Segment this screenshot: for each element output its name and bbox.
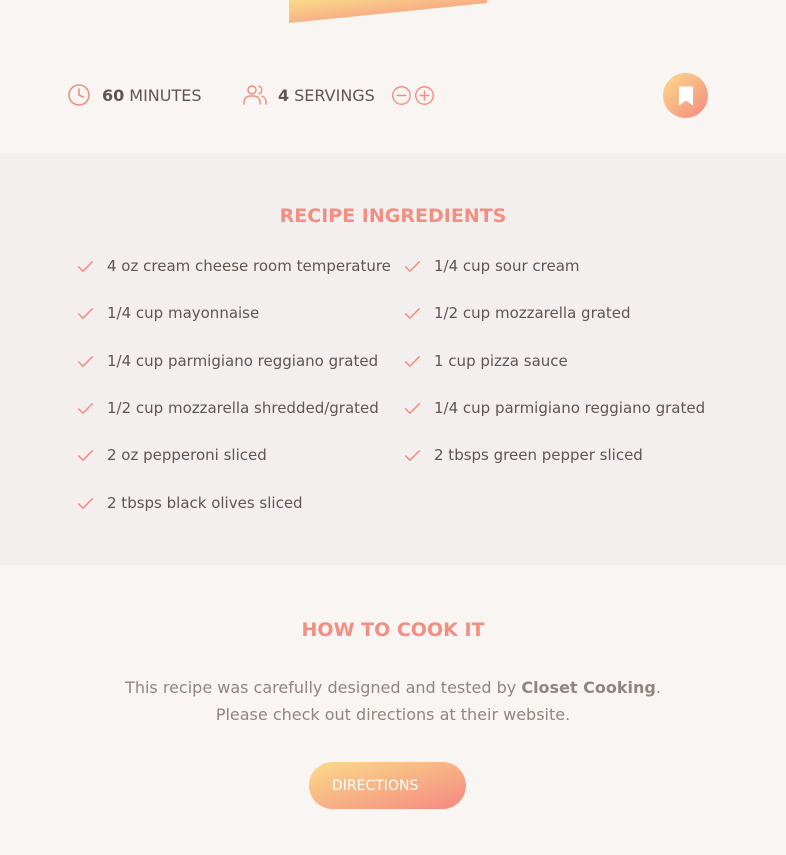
- publisher-name: Closet Cooking: [521, 678, 656, 697]
- check-icon: [77, 260, 94, 272]
- ingredient-item: 2 tbsps green pepper sliced: [404, 446, 643, 464]
- servings-unit: SERVINGS: [294, 85, 375, 105]
- ingredient-item: 2 tbsps black olives sliced: [77, 494, 303, 512]
- directions-button[interactable]: DIRECTIONS: [309, 762, 466, 809]
- cooking-time-unit: MINUTES: [129, 85, 202, 105]
- bookmark-button[interactable]: [663, 73, 708, 118]
- check-icon: [77, 449, 94, 461]
- check-icon: [404, 449, 421, 461]
- ingredient-text: 1/4 cup parmigiano reggiano grated: [434, 399, 706, 417]
- recipe-details: 60 MINUTES 4 SERVINGS: [0, 0, 786, 153]
- ingredient-text: 1/4 cup parmigiano reggiano grated: [107, 352, 379, 370]
- ingredient-text: 1/2 cup mozzarella shredded/grated: [107, 399, 379, 417]
- recipe-ingredients-section: RECIPE INGREDIENTS 4 oz cream cheese roo…: [0, 153, 786, 565]
- check-icon: [77, 402, 94, 414]
- clock-icon: [68, 84, 90, 106]
- bookmark-icon: [678, 86, 693, 105]
- ingredient-text: 1/4 cup mayonnaise: [107, 304, 260, 322]
- check-icon: [77, 497, 94, 509]
- ingredient-item: 4 oz cream cheese room temperature: [77, 257, 391, 275]
- users-icon: [243, 85, 267, 105]
- servings-controls: [391, 85, 435, 106]
- check-icon: [404, 260, 421, 272]
- ingredient-item: 2 oz pepperoni sliced: [77, 446, 267, 464]
- ingredient-item: 1/4 cup parmigiano reggiano grated: [77, 352, 378, 370]
- check-icon: [77, 355, 94, 367]
- decrease-servings-button[interactable]: [391, 85, 412, 106]
- ingredient-text: 2 tbsps black olives sliced: [107, 494, 303, 512]
- directions-description: This recipe was carefully designed and t…: [100, 674, 686, 728]
- ingredient-item: 1 cup pizza sauce: [404, 352, 568, 370]
- directions-text-before: This recipe was carefully designed and t…: [125, 678, 522, 697]
- ingredient-text: 1/2 cup mozzarella grated: [434, 304, 631, 322]
- ingredient-item: 1/4 cup mayonnaise: [77, 304, 259, 322]
- ingredient-text: 2 tbsps green pepper sliced: [434, 446, 643, 464]
- check-icon: [404, 307, 421, 319]
- servings-info: 4 SERVINGS: [243, 83, 435, 107]
- recipe-directions-section: HOW TO COOK IT This recipe was carefully…: [0, 565, 786, 855]
- ingredients-heading: RECIPE INGREDIENTS: [279, 205, 507, 227]
- ingredient-item: 1/2 cup mozzarella shredded/grated: [77, 399, 379, 417]
- cooking-time-info: 60 MINUTES: [67, 83, 202, 107]
- ingredient-text: 1 cup pizza sauce: [434, 352, 568, 370]
- increase-servings-button[interactable]: [414, 85, 435, 106]
- ingredient-item: 1/4 cup sour cream: [404, 257, 580, 275]
- check-icon: [404, 402, 421, 414]
- cooking-time-value: 60: [102, 85, 125, 105]
- directions-heading: HOW TO COOK IT: [301, 619, 485, 641]
- check-icon: [404, 355, 421, 367]
- minus-circle-icon: [391, 85, 411, 105]
- ingredient-text: 2 oz pepperoni sliced: [107, 446, 267, 464]
- plus-circle-icon: [414, 85, 434, 105]
- ingredient-text: 4 oz cream cheese room temperature: [107, 257, 391, 275]
- check-icon: [77, 307, 94, 319]
- ingredient-item: 1/4 cup parmigiano reggiano grated: [404, 399, 705, 417]
- servings-value: 4: [278, 85, 290, 105]
- ingredient-item: 1/2 cup mozzarella grated: [404, 304, 631, 322]
- ingredient-text: 1/4 cup sour cream: [434, 257, 580, 275]
